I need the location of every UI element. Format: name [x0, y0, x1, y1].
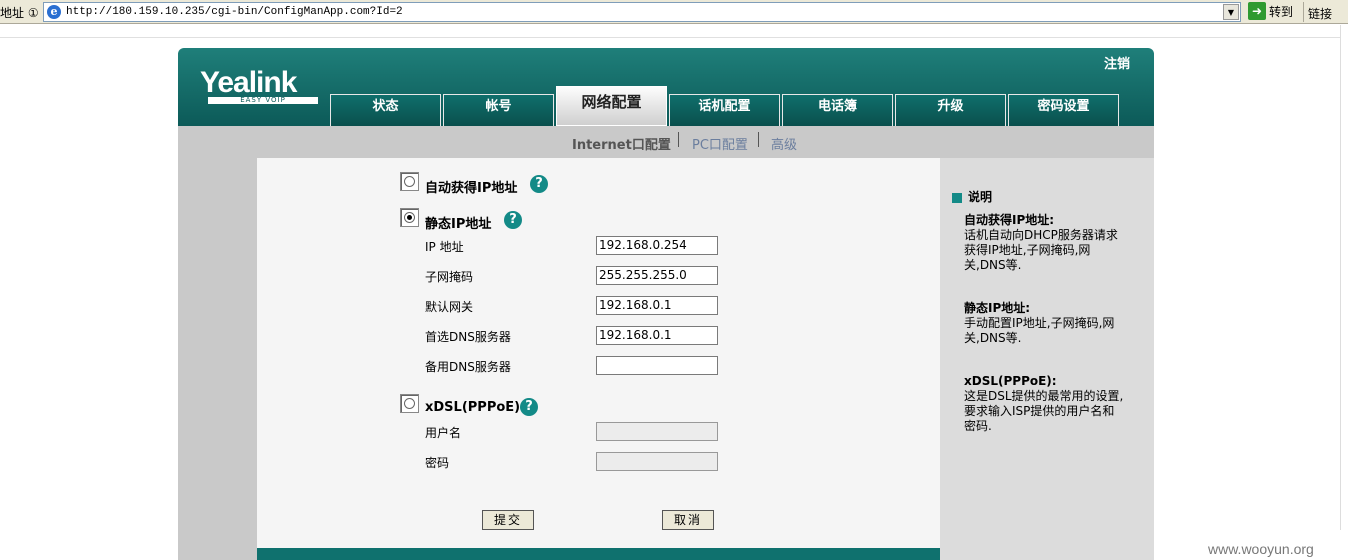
gateway-input[interactable]: 192.168.0.1 [596, 296, 718, 315]
tab-phonebook[interactable]: 电话簿 [782, 94, 893, 126]
subnet-mask-input[interactable]: 255.255.255.0 [596, 266, 718, 285]
subnav-advanced[interactable]: 高级 [771, 134, 797, 153]
dhcp-label: 自动获得IP地址 [425, 181, 518, 196]
subnav-divider [678, 132, 679, 147]
vertical-scrollbar[interactable] [1340, 25, 1348, 530]
radio-selected-dot [407, 215, 412, 220]
bottom-brand-bar [257, 548, 940, 560]
header: Yealink EASY VOIP 注销 状态 帐号 网络配置 话机配置 电话簿… [178, 48, 1154, 126]
password-input[interactable] [596, 452, 718, 471]
gateway-label: 默认网关 [425, 300, 474, 314]
address-input[interactable]: e http://180.159.10.235/cgi-bin/ConfigMa… [43, 2, 1241, 22]
subnav-divider [758, 132, 759, 147]
network-form: 自动获得IP地址 ? 静态IP地址 ? IP 地址 192.168.0.254 … [257, 158, 940, 548]
secondary-dns-input[interactable] [596, 356, 718, 375]
static-ip-help-icon[interactable]: ? [504, 211, 522, 229]
help-dhcp-head: 自动获得IP地址: [964, 213, 1055, 227]
tab-network[interactable]: 网络配置 [556, 86, 667, 126]
pppoe-label: xDSL(PPPoE) [425, 400, 521, 415]
address-url: http://180.159.10.235/cgi-bin/ConfigManA… [66, 6, 403, 18]
help-static-head: 静态IP地址: [964, 301, 1031, 315]
password-label: 密码 [425, 456, 450, 470]
dhcp-help-icon[interactable]: ? [530, 175, 548, 193]
ip-address-input[interactable]: 192.168.0.254 [596, 236, 718, 255]
browser-address-bar: 地址 ① e http://180.159.10.235/cgi-bin/Con… [0, 0, 1348, 24]
radio-ring-icon [404, 398, 415, 409]
go-arrow-icon: ➜ [1248, 2, 1266, 20]
help-pppoe-section: xDSL(PPPoE): 这是DSL提供的最常用的设置,要求输入ISP提供的用户… [964, 374, 1124, 434]
secondary-dns-label: 备用DNS服务器 [425, 360, 511, 374]
primary-dns-label: 首选DNS服务器 [425, 330, 511, 344]
tab-password[interactable]: 密码设置 [1008, 94, 1119, 126]
static-ip-radio[interactable] [400, 208, 419, 227]
yealink-config-frame: Yealink EASY VOIP 注销 状态 帐号 网络配置 话机配置 电话簿… [178, 48, 1154, 560]
static-ip-label: 静态IP地址 [425, 217, 492, 232]
help-panel-title: 说明 [952, 188, 992, 205]
help-title-text: 说明 [968, 190, 993, 204]
subnav-internet-port[interactable]: Internet口配置 [572, 134, 671, 153]
submit-button[interactable]: 提交 [482, 510, 534, 530]
help-pppoe-head: xDSL(PPPoE): [964, 374, 1057, 388]
logout-link[interactable]: 注销 [1104, 53, 1130, 72]
address-label: 地址 ① [0, 6, 39, 20]
pppoe-radio[interactable] [400, 394, 419, 413]
help-panel: 说明 自动获得IP地址: 话机自动向DHCP服务器请求获得IP地址,子网掩码,网… [940, 158, 1154, 560]
ie-page-icon: e [47, 5, 61, 19]
ip-address-label: IP 地址 [425, 240, 464, 254]
tab-phone[interactable]: 话机配置 [669, 94, 780, 126]
tab-status[interactable]: 状态 [330, 94, 441, 126]
help-pppoe-body: 这是DSL提供的最常用的设置,要求输入ISP提供的用户名和密码. [964, 389, 1124, 433]
go-label: 转到 [1269, 4, 1294, 19]
radio-ring-icon [404, 176, 415, 187]
logo-tagline: EASY VOIP [208, 97, 318, 104]
help-dhcp-section: 自动获得IP地址: 话机自动向DHCP服务器请求获得IP地址,子网掩码,网关,D… [964, 213, 1124, 273]
links-button[interactable]: 链接 [1308, 5, 1332, 22]
tab-upgrade[interactable]: 升级 [895, 94, 1006, 126]
help-static-body: 手动配置IP地址,子网掩码,网关,DNS等. [964, 316, 1115, 345]
tab-account[interactable]: 帐号 [443, 94, 554, 126]
subnav-pc-port[interactable]: PC口配置 [692, 134, 748, 153]
pppoe-help-icon[interactable]: ? [520, 398, 538, 416]
subnet-mask-label: 子网掩码 [425, 270, 474, 284]
dhcp-radio[interactable] [400, 172, 419, 191]
username-label: 用户名 [425, 426, 462, 440]
username-input[interactable] [596, 422, 718, 441]
help-arrow-icon [952, 192, 962, 203]
help-static-section: 静态IP地址: 手动配置IP地址,子网掩码,网关,DNS等. [964, 301, 1124, 346]
go-button[interactable]: ➜ 转到 [1248, 2, 1302, 22]
help-dhcp-body: 话机自动向DHCP服务器请求获得IP地址,子网掩码,网关,DNS等. [964, 228, 1118, 272]
left-margin-panel [178, 158, 257, 560]
cancel-button[interactable]: 取消 [662, 510, 714, 530]
address-dropdown-icon[interactable]: ▼ [1223, 4, 1239, 20]
primary-dns-input[interactable]: 192.168.0.1 [596, 326, 718, 345]
toolbar-divider [1303, 2, 1304, 22]
page-top-rule [0, 37, 1340, 38]
sub-navigation: Internet口配置 PC口配置 高级 [178, 126, 1154, 158]
watermark: www.wooyun.org [1208, 541, 1314, 557]
yealink-logo: Yealink [200, 66, 297, 99]
